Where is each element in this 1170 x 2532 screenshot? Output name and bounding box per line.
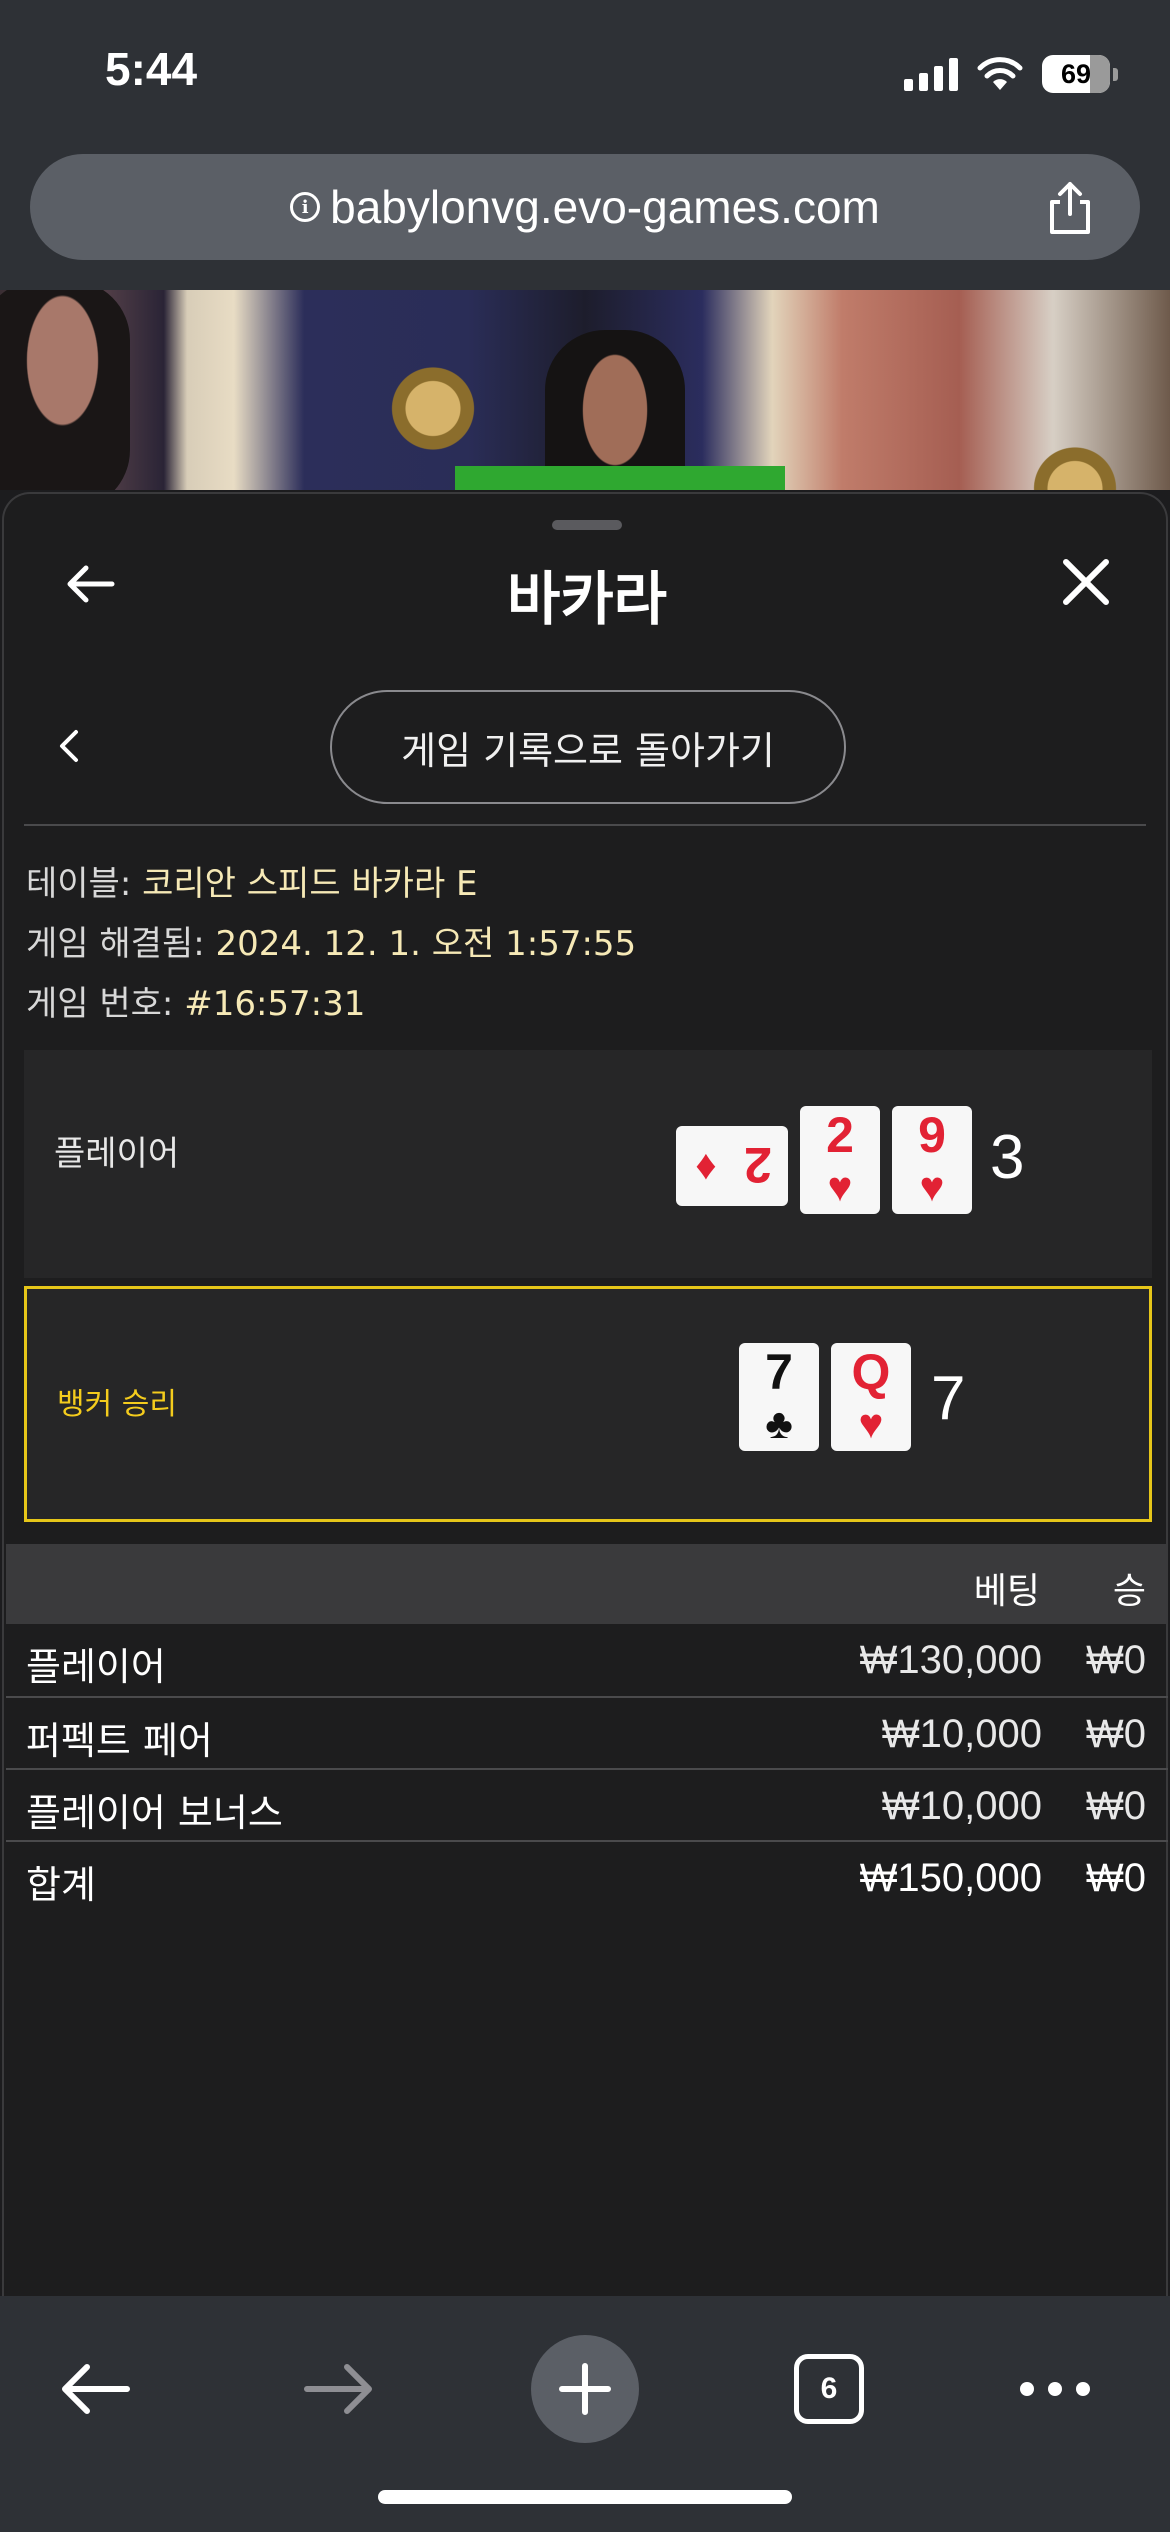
playing-card: 2 ♦ [676,1126,788,1206]
plus-icon [559,2363,611,2415]
game-detail-panel: 바카라 게임 기록으로 돌아가기 테이블: 코리안 스피드 바카라 E 게임 해… [2,492,1168,2296]
playing-card: 2 ♥ [800,1106,880,1214]
battery-level: 69 [1060,58,1092,89]
site-info-icon[interactable]: i [290,192,321,222]
bets-table-header: 베팅 승 [6,1544,1168,1624]
close-icon[interactable] [1058,554,1114,610]
playing-card: 7 ♣ [739,1343,819,1451]
game-number: #16:57:31 [184,984,366,1024]
tabs-button[interactable]: 6 [774,2334,884,2444]
info-table: 테이블: 코리안 스피드 바카라 E [26,864,478,904]
bet-column-header: 베팅 [973,1571,1040,1612]
live-video-stream [0,290,1170,490]
chevron-left-icon[interactable] [54,726,84,766]
resolved-time: 2024. 12. 1. 오전 1:57:55 [215,924,637,964]
playing-card: Q ♥ [831,1343,911,1451]
panel-title: 바카라 [506,565,668,633]
arrow-right-icon [304,2364,372,2414]
status-time: 5:44 [105,43,198,95]
banker-hand: 뱅커 승리 7 ♣ Q ♥ 7 [24,1286,1152,1522]
total-row: 합계 ₩150,000 ₩0 [6,1840,1168,1912]
status-bar: 5:44 69 [0,0,1170,150]
player-cards: 2 ♦ 2 ♥ 9 ♥ [676,1106,972,1214]
divider [24,824,1146,826]
new-tab-button[interactable] [530,2334,640,2444]
info-resolved: 게임 해결됨: 2024. 12. 1. 오전 1:57:55 [26,924,637,964]
tabs-count: 6 [794,2354,864,2424]
address-bar[interactable]: i babylonvg.evo-games.com [30,154,1140,260]
banker-cards: 7 ♣ Q ♥ [739,1343,911,1451]
player-label: 플레이어 [54,1134,180,1174]
browser-address-area: i babylonvg.evo-games.com [0,150,1170,290]
banker-score: 7 [931,1364,966,1433]
table-name: 코리안 스피드 바카라 E [142,864,478,904]
more-dots-icon [1020,2382,1090,2396]
home-indicator [378,2490,792,2504]
browser-back-button[interactable] [40,2334,150,2444]
wifi-icon [977,57,1023,90]
table-row: 퍼펙트 페어 ₩10,000 ₩0 [6,1696,1168,1768]
cellular-signal-icon [904,57,958,91]
table-row: 플레이어 보너스 ₩10,000 ₩0 [6,1768,1168,1840]
share-icon[interactable] [1040,178,1100,238]
table-row: 플레이어 ₩130,000 ₩0 [26,1638,1146,1689]
more-menu-button[interactable] [1000,2334,1110,2444]
arrow-left-icon [62,2364,130,2414]
sheet-grabber[interactable] [552,520,622,530]
browser-forward-button[interactable] [284,2334,394,2444]
player-score: 3 [990,1123,1025,1192]
status-icons: 69 [904,52,1118,96]
banker-win-label: 뱅커 승리 [57,1387,177,1422]
battery-icon: 69 [1042,55,1118,93]
back-to-history-button[interactable]: 게임 기록으로 돌아가기 [330,690,846,804]
url-text: babylonvg.evo-games.com [330,181,880,233]
info-game-number: 게임 번호: #16:57:31 [26,984,366,1024]
player-hand: 플레이어 2 ♦ 2 ♥ 9 ♥ 3 [24,1050,1152,1278]
playing-card: 9 ♥ [892,1106,972,1214]
win-column-header: 승 [1112,1571,1146,1612]
